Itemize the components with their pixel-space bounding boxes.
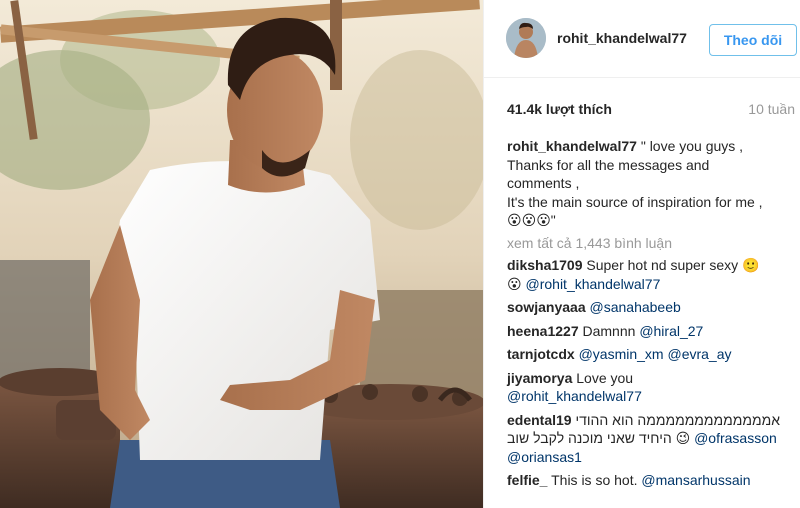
comment-username[interactable]: felfie_ [507,472,547,488]
comment-username[interactable]: heena1227 [507,323,579,339]
post-details-panel: rohit_khandelwal77 Theo dõi 41.4k lượt t… [483,0,800,508]
comment-item: edental19 אמממממממממממממה הוא ההודי היחי… [507,411,797,467]
comment-mention[interactable]: @hiral_27 [639,323,703,339]
comment-item: jiyamorya Love you @rohit_khandelwal77 [507,369,797,406]
avatar-image [506,18,546,58]
comment-username[interactable]: jiyamorya [507,370,572,386]
caption-text: " love you guys , [640,138,744,154]
view-all-comments-link[interactable]: xem tất cả 1,443 bình luận [507,234,797,253]
comment-mention[interactable]: @sanahabeeb [590,299,681,315]
caption-line-3: comments , [507,175,580,191]
avatar[interactable] [506,18,546,58]
comment-text-cont: היחיד שאני מוכנה לקבל שוב 😉 [507,430,691,446]
comments-list: rohit_khandelwal77 " love you guys , Tha… [507,137,797,495]
comment-username[interactable]: tarnjotcdx [507,346,575,362]
comment-mention[interactable]: @ofrasasson [694,430,777,446]
caption-username[interactable]: rohit_khandelwal77 [507,138,637,154]
comment-item: heena1227 Damnnn @hiral_27 [507,322,797,341]
comment-username[interactable]: sowjanyaaa [507,299,586,315]
comment-mention[interactable]: @rohit_khandelwal77 [507,388,642,404]
comment-text-cont: 😮 [507,275,522,292]
comment-text: Damnnn [582,322,636,339]
comment-text: אמממממממממממממה הוא ההודי [575,411,781,428]
comment-text: Super hot nd super sexy 🙂 [586,257,760,273]
caption-line-4: It's the main source of inspiration for … [507,193,763,210]
caption-line-5: 😮😮😮" [507,212,556,228]
comment-mention[interactable]: @mansarhussain [641,472,750,488]
comment-username[interactable]: diksha1709 [507,257,583,273]
comment-username[interactable]: edental19 [507,412,572,428]
comment-mention[interactable]: @yasmin_xm [579,346,664,362]
comment-item: diksha1709 Super hot nd super sexy 🙂 😮 @… [507,256,797,293]
comment-item: sowjanyaaa @sanahabeeb [507,298,797,317]
post-caption: rohit_khandelwal77 " love you guys , Tha… [507,137,797,230]
comment-mention[interactable]: @oriansas1 [507,449,582,465]
post-meta: 41.4k lượt thích 10 tuần [484,78,800,128]
comment-text: Love you [576,369,634,386]
comment-item: felfie_ This is so hot. @mansarhussain [507,471,797,490]
post-timestamp[interactable]: 10 tuần [748,101,795,117]
comment-text: This is so hot. [551,472,638,488]
post-author-username[interactable]: rohit_khandelwal77 [557,30,687,46]
follow-button[interactable]: Theo dõi [709,24,797,56]
post-header: rohit_khandelwal77 Theo dõi [484,0,800,78]
caption-line-1: rohit_khandelwal77 " love you guys , [507,137,797,156]
post-photo-illustration [0,0,483,508]
post-photo[interactable] [0,0,483,508]
comment-mention[interactable]: @evra_ay [667,346,731,362]
comment-mention[interactable]: @rohit_khandelwal77 [526,276,661,292]
caption-line-2: Thanks for all the messages and [507,156,710,173]
comment-item: tarnjotcdx @yasmin_xm @evra_ay [507,345,797,364]
likes-count[interactable]: 41.4k lượt thích [507,101,612,117]
